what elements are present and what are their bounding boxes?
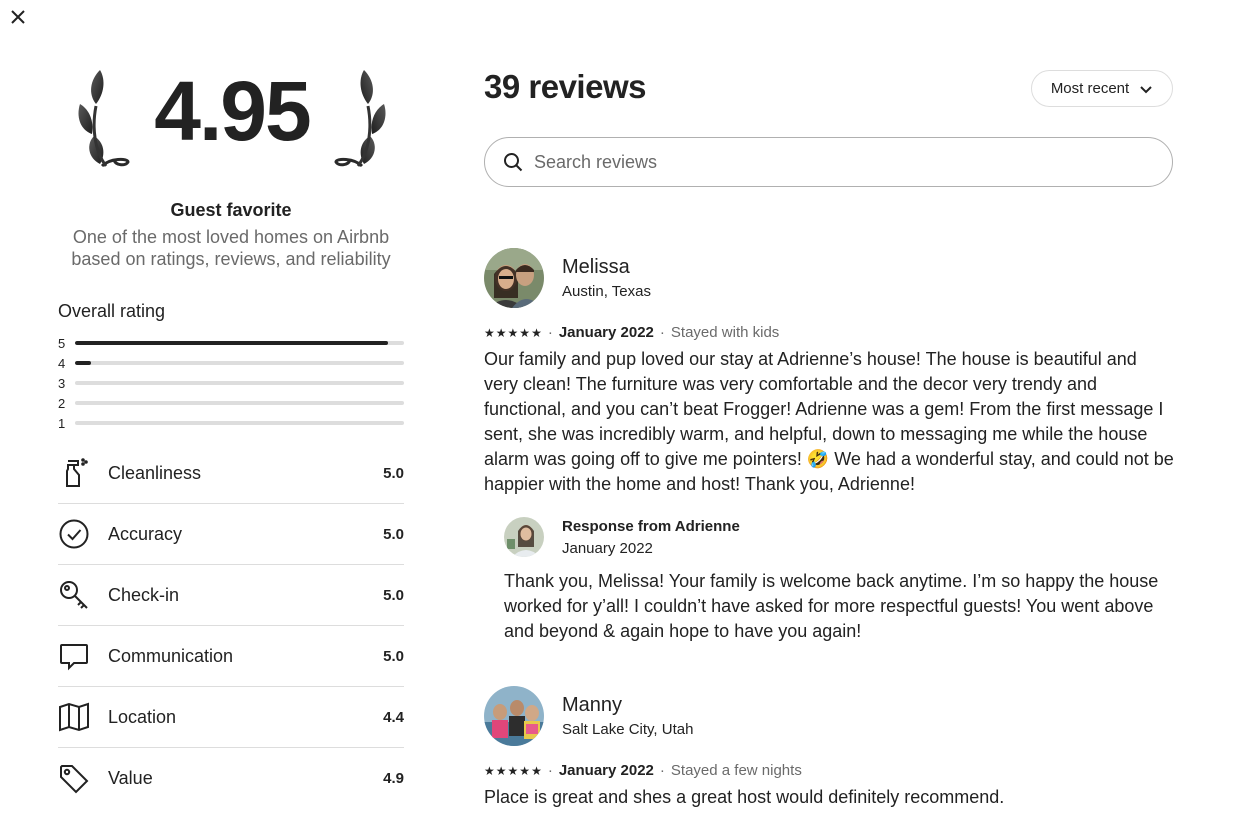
category-check-in: Check-in 5.0 <box>58 565 404 626</box>
close-icon <box>11 10 25 24</box>
category-ratings: Cleanliness 5.0 Accuracy 5.0 Check-in 5.… <box>58 443 404 809</box>
tag-icon <box>60 764 89 793</box>
category-location: Location 4.4 <box>58 687 404 748</box>
category-cleanliness: Cleanliness 5.0 <box>58 443 404 504</box>
rating-distribution: 5 4 3 2 1 <box>58 333 404 433</box>
close-button[interactable] <box>6 5 30 29</box>
category-label: Check-in <box>108 584 180 605</box>
response-date: January 2022 <box>562 539 653 557</box>
check-circle-icon <box>59 519 89 549</box>
review-date: January 2022 <box>558 324 654 341</box>
reviews-list[interactable]: Melissa Austin, Texas ★ ★ ★ ★ ★ · January 20… <box>484 196 1184 816</box>
distribution-star-label: 4 <box>58 355 66 371</box>
response-text: Thank you, Melissa! Your family is welco… <box>504 571 1159 641</box>
distribution-row-5: 5 <box>58 333 404 353</box>
distribution-star-label: 5 <box>58 335 66 351</box>
reviewer-avatar[interactable] <box>484 686 544 746</box>
star-rating: ★ ★ ★ ★ ★ <box>484 764 542 778</box>
star-icon: ★ <box>484 763 495 778</box>
star-icon: ★ <box>519 763 531 778</box>
distribution-bar-fill <box>75 361 92 365</box>
reviewer-avatar[interactable] <box>484 248 544 308</box>
category-score: 5.0 <box>383 647 404 665</box>
category-score: 5.0 <box>383 464 404 482</box>
distribution-row-1: 1 <box>58 413 404 433</box>
guest-favorite-title: Guest favorite <box>170 200 292 220</box>
category-label: Accuracy <box>108 523 183 544</box>
sort-label: Most recent <box>1050 80 1130 97</box>
star-icon: ★ <box>507 763 519 778</box>
reviewer-name: Manny <box>562 694 623 716</box>
distribution-star-label: 3 <box>58 375 66 391</box>
category-label: Location <box>108 706 177 727</box>
review-text: Our family and pup loved our stay at Adr… <box>484 349 1174 494</box>
key-icon <box>60 581 88 609</box>
star-icon: ★ <box>531 325 542 340</box>
category-score: 5.0 <box>383 525 404 543</box>
search-icon <box>504 153 523 172</box>
category-label: Communication <box>108 645 234 666</box>
category-score: 5.0 <box>383 586 404 604</box>
chevron-down-icon <box>1140 85 1152 93</box>
distribution-bar <box>75 361 404 365</box>
star-icon: ★ <box>519 325 531 340</box>
distribution-bar <box>75 421 404 425</box>
distribution-bar <box>75 381 404 385</box>
host-response: Response from Adrienne January 2022 Than… <box>504 517 1184 644</box>
star-icon: ★ <box>495 763 507 778</box>
guest-favorite-subtitle: One of the most loved homes on Airbnb ba… <box>71 227 391 269</box>
response-title: Response from Adrienne <box>562 517 740 535</box>
laurel-right-icon <box>334 70 386 168</box>
category-score: 4.4 <box>383 708 404 726</box>
category-communication: Communication 5.0 <box>58 626 404 687</box>
chat-bubble-icon <box>60 644 88 671</box>
distribution-star-label: 1 <box>58 415 66 431</box>
distribution-row-4: 4 <box>58 353 404 373</box>
star-rating: ★ ★ ★ ★ ★ <box>484 326 542 340</box>
category-accuracy: Accuracy 5.0 <box>58 504 404 565</box>
distribution-star-label: 2 <box>58 395 66 411</box>
reviewer-name: Melissa <box>562 256 630 278</box>
review-date: January 2022 <box>558 762 654 779</box>
score-hero: 4.95 <box>72 64 392 192</box>
distribution-row-3: 3 <box>58 373 404 393</box>
review-item: Melissa Austin, Texas ★ ★ ★ ★ ★ · January 20… <box>484 248 1184 644</box>
reviewer-location: Salt Lake City, Utah <box>562 721 694 738</box>
category-value: Value 4.9 <box>58 748 404 809</box>
star-icon: ★ <box>507 325 519 340</box>
category-label: Cleanliness <box>108 462 202 483</box>
spray-bottle-icon <box>66 458 88 487</box>
review-text: Place is great and shes a great host wou… <box>484 787 1005 807</box>
category-label: Value <box>108 768 153 788</box>
host-avatar[interactable] <box>504 517 544 557</box>
star-icon: ★ <box>495 325 507 340</box>
star-icon: ★ <box>531 763 542 778</box>
stay-type: Stayed with kids <box>670 324 780 341</box>
distribution-bar-fill <box>75 341 388 345</box>
search-reviews-field[interactable] <box>484 137 1173 187</box>
category-score: 4.9 <box>383 770 404 787</box>
distribution-bar <box>75 401 404 405</box>
map-icon <box>59 702 89 732</box>
reviewer-location: Austin, Texas <box>562 283 651 300</box>
reviews-count-title: 39 reviews <box>484 68 646 105</box>
distribution-row-2: 2 <box>58 393 404 413</box>
search-input[interactable] <box>534 151 1134 173</box>
review-item: Manny Salt Lake City, Utah ★ ★ ★ ★ ★ · Janua… <box>484 686 1184 810</box>
overall-rating-title: Overall rating <box>58 301 166 321</box>
distribution-bar <box>75 341 404 345</box>
star-icon: ★ <box>484 325 495 340</box>
stay-type: Stayed a few nights <box>670 762 802 779</box>
sort-dropdown[interactable]: Most recent <box>1031 70 1173 107</box>
